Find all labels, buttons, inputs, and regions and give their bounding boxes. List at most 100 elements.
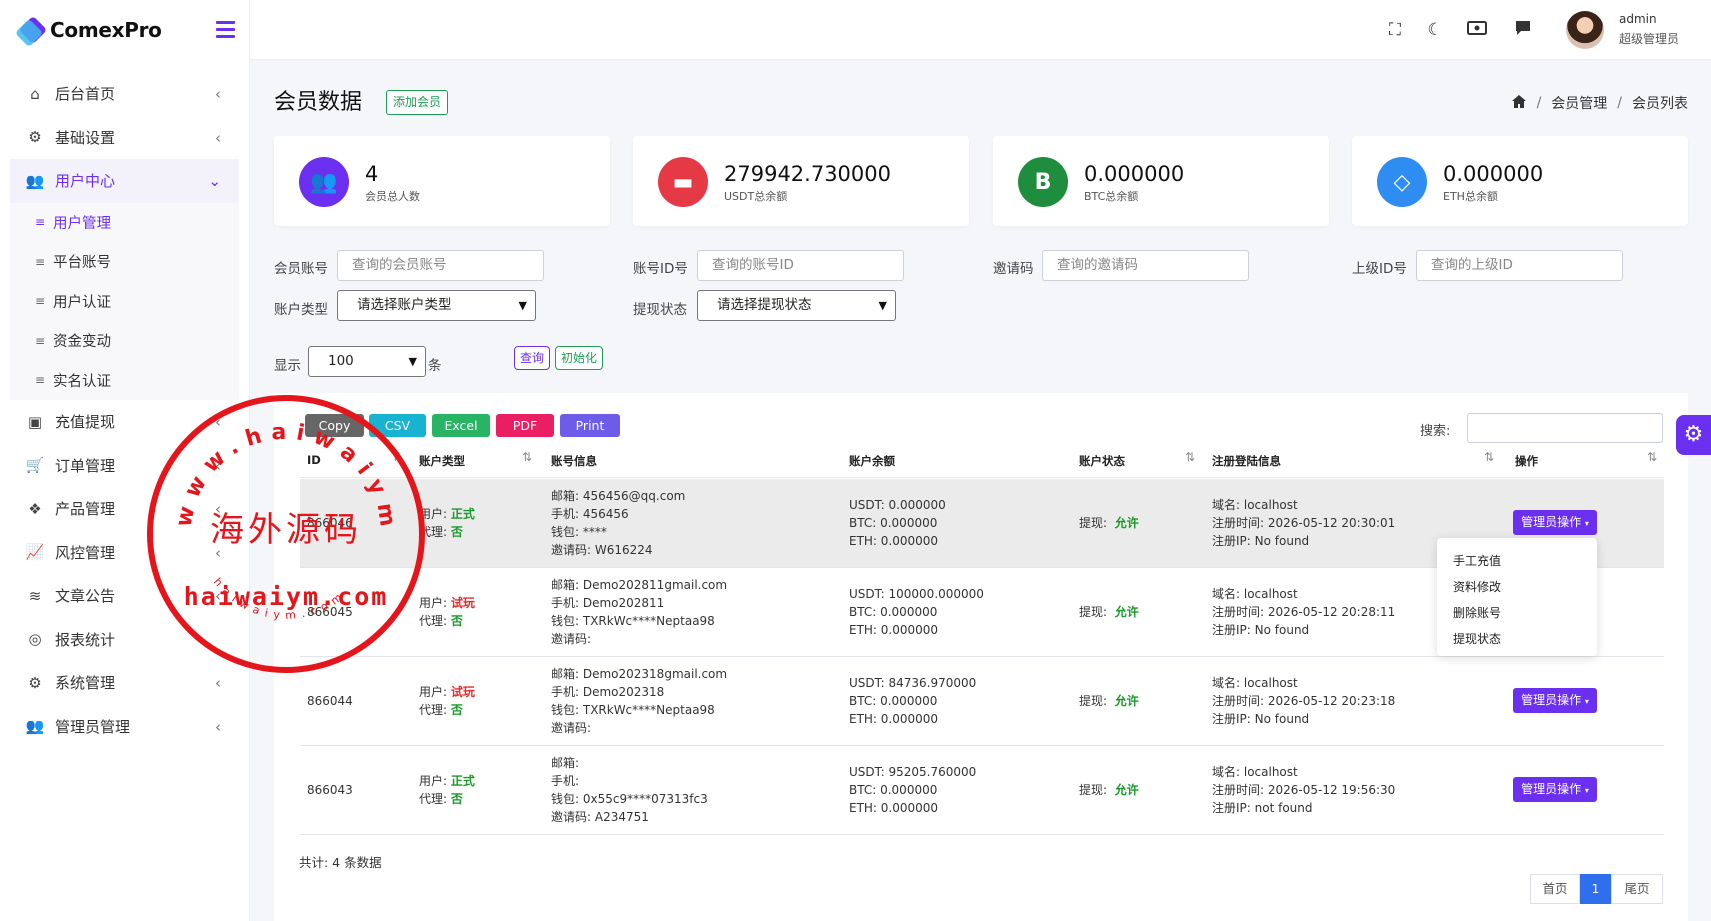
user-type-value: 正式 bbox=[450, 774, 475, 788]
sort-icon[interactable]: ⇅ bbox=[1484, 450, 1494, 464]
column-header[interactable]: 账户状态 bbox=[1079, 453, 1125, 469]
withdraw-status-item[interactable]: 提现状态 bbox=[1437, 626, 1597, 652]
list-icon: ≡ bbox=[35, 254, 46, 269]
home-icon: ⌂ bbox=[30, 84, 40, 103]
avatar[interactable] bbox=[1566, 11, 1604, 49]
caret-down-icon: ▾ bbox=[1584, 697, 1589, 706]
manual-recharge-item[interactable]: 手工充值 bbox=[1437, 548, 1597, 574]
diamond-icon: ◇ bbox=[1377, 157, 1427, 207]
sidebar-item-label: 基础设置 bbox=[55, 128, 116, 147]
divider bbox=[300, 745, 1664, 746]
pdf-button[interactable]: PDF bbox=[496, 414, 554, 437]
account-input[interactable]: 查询的会员账号 bbox=[337, 250, 544, 281]
sidebar-subitem[interactable]: ≡ 资金变动 bbox=[10, 321, 239, 361]
edit-profile-item[interactable]: 资料修改 bbox=[1437, 574, 1597, 600]
status-cell: 提现: 允许 bbox=[1079, 781, 1139, 799]
column-header[interactable]: 账号信息 bbox=[551, 453, 597, 469]
withdraw-status-select[interactable]: 请选择提现状态 ▼ bbox=[697, 290, 896, 321]
breadcrumb-item: 会员列表 bbox=[1632, 96, 1688, 112]
chart-line-icon: 📈 bbox=[25, 543, 45, 562]
sort-icon[interactable]: ⇅ bbox=[522, 450, 532, 464]
account-type-select[interactable]: 请选择账户类型 ▼ bbox=[337, 290, 536, 321]
sidebar-subitem[interactable]: ≡ 用户管理 bbox=[10, 202, 239, 242]
fullscreen-icon[interactable]: ⛶ bbox=[1384, 19, 1406, 41]
column-header[interactable]: 注册登陆信息 bbox=[1212, 453, 1281, 469]
print-button[interactable]: Print bbox=[560, 414, 620, 437]
delete-account-item[interactable]: 删除账号 bbox=[1437, 600, 1597, 626]
account-info-cell: 邮箱: 手机: 钱包: 0x55c9****07313fc3 邀请码: A234… bbox=[551, 756, 708, 824]
search-label: 搜索: bbox=[1420, 424, 1451, 439]
account-type-label: 账户类型 bbox=[274, 302, 328, 318]
sidebar-item[interactable]: 👥 管理员管理 ‹ bbox=[0, 705, 249, 749]
divider bbox=[300, 656, 1664, 657]
stat-label: USDT总余额 bbox=[724, 190, 788, 203]
sidebar-subitem-label: 平台账号 bbox=[53, 255, 111, 272]
sort-icon[interactable]: ⇅ bbox=[1185, 450, 1195, 464]
status-cell: 提现: 允许 bbox=[1079, 514, 1139, 532]
agent-label: 代理: bbox=[419, 792, 448, 806]
user-name[interactable]: admin bbox=[1619, 12, 1657, 26]
current-page-button[interactable]: 1 bbox=[1580, 874, 1611, 904]
menu-toggle-icon[interactable] bbox=[216, 21, 235, 42]
moon-icon[interactable]: ☾ bbox=[1424, 19, 1446, 41]
page-size-select[interactable]: 100 ▼ bbox=[308, 346, 426, 377]
withdraw-value: 允许 bbox=[1114, 783, 1139, 797]
register-info-cell: 域名: localhost 注册时间: 2026-05-12 20:30:01 … bbox=[1212, 498, 1396, 548]
chat-icon[interactable] bbox=[1512, 19, 1534, 41]
sidebar-item[interactable]: ⚙ 基础设置 ‹ bbox=[0, 116, 249, 160]
reset-button[interactable]: 初始化 bbox=[555, 346, 604, 370]
add-member-button[interactable]: 添加会员 bbox=[386, 90, 449, 115]
table-panel bbox=[274, 393, 1688, 921]
divider bbox=[300, 834, 1664, 835]
sidebar-subitem[interactable]: ≡ 用户认证 bbox=[10, 281, 239, 321]
stat-card: B 0.000000 BTC总余额 bbox=[993, 136, 1329, 226]
agent-value: 否 bbox=[450, 792, 463, 806]
sidebar-item[interactable]: ⌂ 后台首页 ‹ bbox=[0, 72, 249, 116]
money-icon[interactable] bbox=[1466, 19, 1488, 41]
sort-icon[interactable]: ⇅ bbox=[1647, 450, 1657, 464]
chevron-down-icon: ▼ bbox=[408, 355, 417, 368]
admin-action-button[interactable]: 管理员操作 ▾ bbox=[1513, 510, 1597, 535]
excel-button[interactable]: Excel bbox=[432, 414, 490, 437]
chevron-left-icon: ‹ bbox=[215, 85, 221, 103]
user-role: 超级管理员 bbox=[1619, 32, 1680, 46]
withdraw-label: 提现: bbox=[1079, 783, 1108, 797]
agent-value: 否 bbox=[450, 614, 463, 628]
query-button[interactable]: 查询 bbox=[514, 346, 551, 370]
sidebar-subitem-label: 用户认证 bbox=[53, 294, 111, 311]
sidebar-item[interactable]: 👥 用户中心 ⌄ bbox=[10, 159, 239, 203]
parent-id-input[interactable]: 查询的上级ID bbox=[1416, 250, 1623, 281]
sidebar-subitem-label: 资金变动 bbox=[53, 334, 111, 351]
column-header[interactable]: 操作 bbox=[1515, 453, 1538, 469]
list-icon: ≡ bbox=[35, 215, 46, 230]
admin-action-button[interactable]: 管理员操作 ▾ bbox=[1513, 777, 1597, 802]
brand-logo[interactable]: ComexPro bbox=[0, 0, 249, 60]
register-info-cell: 域名: localhost 注册时间: 2026-05-12 20:23:18 … bbox=[1212, 676, 1396, 726]
cart-icon: 🛒 bbox=[25, 456, 45, 475]
last-page-button[interactable]: 尾页 bbox=[1611, 874, 1663, 904]
action-dropdown: 手工充值 资料修改 删除账号 提现状态 bbox=[1437, 538, 1597, 656]
stat-value: 0.000000 bbox=[1443, 162, 1544, 186]
layers-icon: ≋ bbox=[28, 586, 42, 605]
watermark-cn-text: 海外源码 bbox=[210, 510, 362, 550]
account-id-input[interactable]: 查询的账号ID bbox=[697, 250, 904, 281]
stat-card: ▬ 279942.730000 USDT总余额 bbox=[633, 136, 969, 226]
account-type-cell: 用户: 试玩 代理: 否 bbox=[419, 683, 475, 719]
sidebar-item-label: 用户中心 bbox=[55, 172, 116, 191]
bitcoin-icon: B bbox=[1018, 157, 1068, 207]
account-type-cell: 用户: 正式 代理: 否 bbox=[419, 505, 475, 541]
balance-cell: USDT: 100000.000000 BTC: 0.000000 ETH: 0… bbox=[849, 587, 984, 637]
withdraw-label: 提现: bbox=[1079, 694, 1108, 708]
admin-action-button[interactable]: 管理员操作 ▾ bbox=[1513, 688, 1597, 713]
sidebar-subitem[interactable]: ≡ 平台账号 bbox=[10, 242, 239, 282]
first-page-button[interactable]: 首页 bbox=[1530, 874, 1580, 904]
breadcrumb-item[interactable]: 会员管理 bbox=[1551, 93, 1607, 113]
settings-gear-icon[interactable]: ⚙ bbox=[1676, 415, 1711, 455]
balance-cell: USDT: 84736.970000 BTC: 0.000000 ETH: 0.… bbox=[849, 676, 977, 726]
home-icon[interactable] bbox=[1511, 94, 1527, 113]
invite-code-input[interactable]: 查询的邀请码 bbox=[1042, 250, 1249, 281]
column-header[interactable]: 账户余额 bbox=[849, 453, 895, 469]
sidebar-item-label: 系统管理 bbox=[55, 674, 116, 693]
agent-value: 否 bbox=[450, 525, 463, 539]
search-input[interactable] bbox=[1467, 413, 1663, 443]
